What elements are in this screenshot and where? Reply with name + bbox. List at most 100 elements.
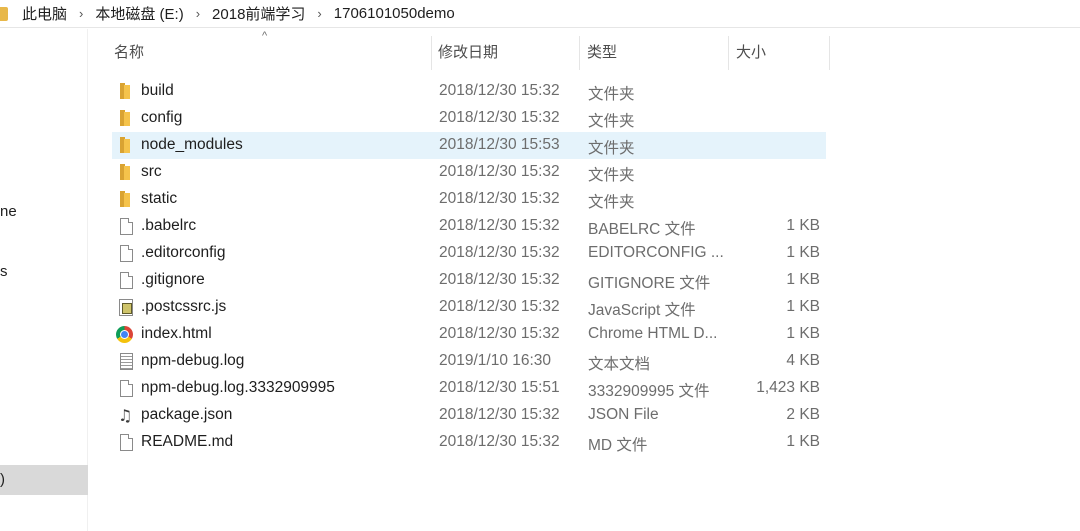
file-row[interactable]: index.html 2018/12/30 15:32 Chrome HTML D.… bbox=[112, 321, 826, 348]
chevron-right-icon[interactable]: › bbox=[71, 6, 91, 21]
address-bar[interactable]: 此电脑 › 本地磁盘 (E:) › 2018前端学习 › 1706101050d… bbox=[0, 0, 1080, 28]
file-date: 2018/12/30 15:32 bbox=[439, 82, 560, 99]
file-type: Chrome HTML D... bbox=[588, 325, 718, 342]
file-name: build bbox=[141, 82, 174, 99]
file-date: 2018/12/30 15:32 bbox=[439, 217, 560, 234]
file-date: 2018/12/30 15:32 bbox=[439, 190, 560, 207]
folder-icon bbox=[118, 83, 134, 100]
file-row[interactable]: config 2018/12/30 15:32 文件夹 bbox=[112, 105, 826, 132]
file-icon bbox=[120, 272, 133, 289]
file-name: .postcssrc.js bbox=[141, 298, 227, 315]
column-header-label: 名称 bbox=[114, 44, 145, 61]
file-date: 2018/12/30 15:32 bbox=[439, 406, 560, 423]
file-date: 2018/12/30 15:32 bbox=[439, 271, 560, 288]
file-date: 2019/1/10 16:30 bbox=[439, 352, 552, 369]
json-file-icon: ♫ bbox=[118, 406, 133, 425]
file-size: 4 KB bbox=[786, 352, 820, 369]
file-name: node_modules bbox=[141, 136, 243, 153]
text-document-icon bbox=[120, 353, 133, 370]
folder-icon bbox=[0, 6, 8, 21]
file-date: 2018/12/30 15:32 bbox=[439, 325, 560, 342]
file-name: static bbox=[141, 190, 178, 207]
breadcrumb-item[interactable]: 此电脑 bbox=[18, 3, 71, 24]
file-list: build 2018/12/30 15:32 文件夹 config 2018/12/30… bbox=[112, 78, 826, 456]
chevron-right-icon[interactable]: › bbox=[188, 6, 208, 21]
file-row[interactable]: node_modules 2018/12/30 15:53 文件夹 bbox=[112, 132, 826, 159]
file-row[interactable]: static 2018/12/30 15:32 文件夹 bbox=[112, 186, 826, 213]
file-size: 2 KB bbox=[786, 406, 820, 423]
file-row[interactable]: ♫ package.json 2018/12/30 15:32 JSON File 2 … bbox=[112, 402, 826, 429]
file-date: 2018/12/30 15:51 bbox=[439, 379, 560, 396]
file-date: 2018/12/30 15:32 bbox=[439, 109, 560, 126]
file-name: src bbox=[141, 163, 162, 180]
file-name: config bbox=[141, 109, 183, 126]
file-icon bbox=[120, 434, 133, 451]
column-header-label: 类型 bbox=[587, 44, 618, 61]
column-header-type[interactable]: 类型 bbox=[585, 36, 729, 70]
file-type: 3332909995 文件 bbox=[588, 383, 710, 400]
file-name: .babelrc bbox=[141, 217, 197, 234]
javascript-file-icon bbox=[119, 299, 133, 316]
file-type: 文件夹 bbox=[588, 113, 635, 130]
file-type: GITIGNORE 文件 bbox=[588, 275, 711, 292]
column-header-date[interactable]: 修改日期 bbox=[436, 36, 580, 70]
column-header-label: 修改日期 bbox=[438, 44, 499, 61]
file-type: 文件夹 bbox=[588, 167, 635, 184]
file-name: .gitignore bbox=[141, 271, 205, 288]
file-row[interactable]: npm-debug.log.3332909995 2018/12/30 15:51… bbox=[112, 375, 826, 402]
file-size: 1 KB bbox=[786, 271, 820, 288]
file-size: 1 KB bbox=[786, 325, 820, 342]
file-icon bbox=[120, 218, 133, 235]
breadcrumb-item-current[interactable]: 1706101050demo bbox=[330, 5, 459, 22]
file-type: JavaScript 文件 bbox=[588, 302, 696, 319]
column-headers: ^ 名称 修改日期 类型 大小 bbox=[112, 30, 832, 70]
nav-item-label: ) bbox=[0, 471, 5, 488]
file-size: 1 KB bbox=[786, 217, 820, 234]
file-size: 1 KB bbox=[786, 433, 820, 450]
column-header-name[interactable]: 名称 bbox=[112, 36, 432, 70]
file-size: 1,423 KB bbox=[756, 379, 820, 396]
file-size: 1 KB bbox=[786, 298, 820, 315]
file-type: MD 文件 bbox=[588, 437, 648, 454]
file-name: npm-debug.log bbox=[141, 352, 245, 369]
file-row[interactable]: npm-debug.log 2019/1/10 16:30 文本文档 4 KB bbox=[112, 348, 826, 375]
file-name: README.md bbox=[141, 433, 234, 450]
nav-item-partial[interactable]: s bbox=[0, 263, 8, 280]
file-row[interactable]: .editorconfig 2018/12/30 15:32 EDITORCONFI… bbox=[112, 240, 826, 267]
chrome-icon bbox=[116, 326, 133, 343]
file-icon bbox=[120, 245, 133, 262]
file-type: EDITORCONFIG ... bbox=[588, 244, 724, 261]
folder-icon bbox=[118, 164, 134, 181]
file-type: BABELRC 文件 bbox=[588, 221, 696, 238]
file-row[interactable]: .babelrc 2018/12/30 15:32 BABELRC 文件 1 KB bbox=[112, 213, 826, 240]
breadcrumb-item[interactable]: 2018前端学习 bbox=[208, 3, 309, 24]
file-row[interactable]: .postcssrc.js 2018/12/30 15:32 JavaScript … bbox=[112, 294, 826, 321]
file-row[interactable]: .gitignore 2018/12/30 15:32 GITIGNORE 文件 1 … bbox=[112, 267, 826, 294]
nav-item-selected[interactable]: ) bbox=[0, 465, 88, 495]
file-type: JSON File bbox=[588, 406, 659, 423]
file-type: 文件夹 bbox=[588, 86, 635, 103]
file-row[interactable]: src 2018/12/30 15:32 文件夹 bbox=[112, 159, 826, 186]
file-date: 2018/12/30 15:32 bbox=[439, 163, 560, 180]
folder-icon bbox=[118, 191, 134, 208]
file-icon bbox=[120, 380, 133, 397]
file-size: 1 KB bbox=[786, 244, 820, 261]
file-date: 2018/12/30 15:32 bbox=[439, 433, 560, 450]
column-header-size[interactable]: 大小 bbox=[734, 36, 830, 70]
file-name: .editorconfig bbox=[141, 244, 226, 261]
file-row[interactable]: README.md 2018/12/30 15:32 MD 文件 1 KB bbox=[112, 429, 826, 456]
file-type: 文件夹 bbox=[588, 140, 635, 157]
folder-icon bbox=[118, 110, 134, 127]
file-date: 2018/12/30 15:32 bbox=[439, 244, 560, 261]
file-date: 2018/12/30 15:32 bbox=[439, 298, 560, 315]
file-name: package.json bbox=[141, 406, 233, 423]
navigation-pane: ne s ) bbox=[0, 29, 88, 531]
file-row[interactable]: build 2018/12/30 15:32 文件夹 bbox=[112, 78, 826, 105]
file-type: 文本文档 bbox=[588, 356, 651, 373]
nav-item-partial[interactable]: ne bbox=[0, 203, 17, 220]
file-name: index.html bbox=[141, 325, 212, 342]
chevron-right-icon[interactable]: › bbox=[309, 6, 329, 21]
file-date: 2018/12/30 15:53 bbox=[439, 136, 560, 153]
breadcrumb-item[interactable]: 本地磁盘 (E:) bbox=[91, 3, 187, 24]
file-name: npm-debug.log.3332909995 bbox=[141, 379, 335, 396]
